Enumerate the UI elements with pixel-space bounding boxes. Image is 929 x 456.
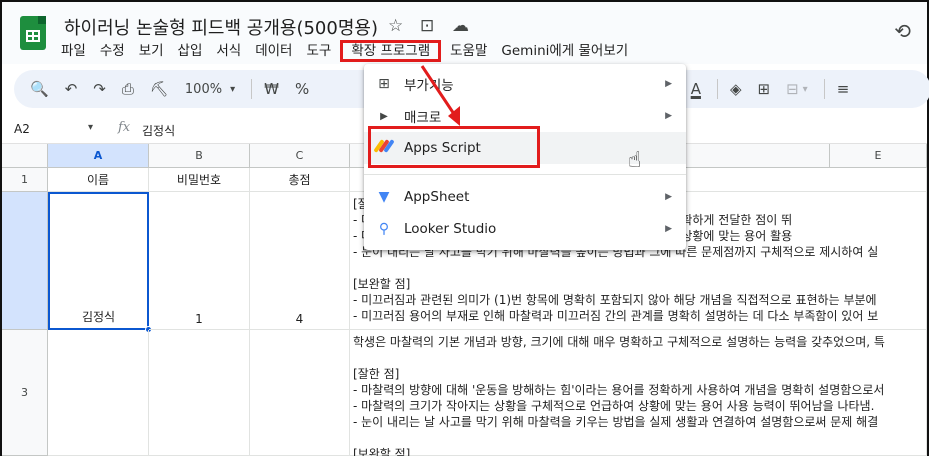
search-menus-icon[interactable]: 🔍 (30, 80, 49, 98)
cloud-status-icon[interactable]: ☁ (452, 16, 469, 36)
menu-divider (364, 174, 686, 175)
merge-cells-icon[interactable]: ⊟ (786, 80, 799, 98)
menu-tools[interactable]: 도구 (299, 40, 338, 62)
row-header-1[interactable]: 1 (2, 168, 48, 192)
feedback-line (353, 350, 885, 366)
menu-edit[interactable]: 수정 (93, 40, 132, 62)
feedback-line: 학생은 마찰력의 기본 개념과 방향, 크기에 대해 매우 명확하고 구체적으로… (353, 335, 885, 349)
undo-icon[interactable]: ↶ (65, 80, 78, 98)
menu-extensions[interactable]: 확장 프로그램 (340, 40, 442, 62)
submenu-arrow-icon: ▶ (665, 111, 672, 121)
column-header-c[interactable]: C (250, 144, 350, 168)
feedback-line: [보완할 점] (353, 447, 411, 456)
submenu-arrow-icon: ▶ (665, 224, 672, 234)
formula-input[interactable]: 김정식 (142, 122, 175, 139)
cell-b2-password[interactable]: 1 (149, 192, 250, 330)
menu-item-label: Looker Studio (404, 221, 497, 237)
name-box-caret-icon[interactable]: ▾ (88, 122, 93, 133)
title-bar: 하이러닝 논술형 피드백 공개용(500명용) ☆ ⊡ ☁ ⟲ 파일 수정 보기… (2, 2, 927, 64)
menu-item-label: AppSheet (404, 189, 470, 205)
zoom-caret-icon[interactable]: ▾ (230, 84, 235, 95)
submenu-arrow-icon: ▶ (665, 79, 672, 89)
header-cell-password[interactable]: 비밀번호 (149, 168, 250, 192)
toolbar-divider (251, 79, 253, 99)
feedback-line: - 눈이 내리는 날 사고를 막기 위해 마찰력을 키우는 방법을 실제 생활과… (353, 415, 879, 429)
currency-format-icon[interactable]: ₩ (264, 80, 279, 98)
looker-studio-icon: ⚲ (378, 221, 390, 237)
feedback-line (353, 260, 878, 276)
hand-cursor-icon: ☝ (628, 148, 642, 173)
row-header-2[interactable] (2, 192, 48, 330)
header-cell-score[interactable]: 총점 (250, 168, 350, 192)
submenu-arrow-icon: ▶ (665, 192, 672, 202)
menu-ask-gemini[interactable]: Gemini에게 물어보기 (494, 40, 635, 62)
star-icon[interactable]: ☆ (388, 16, 403, 36)
feedback-line: [보완할 점] (353, 277, 411, 291)
redo-icon[interactable]: ↷ (93, 80, 106, 98)
feedback-line: [잘한 점] (353, 367, 400, 381)
toolbar-divider (716, 79, 718, 99)
name-box[interactable]: A2 (14, 122, 30, 136)
paint-format-icon[interactable]: ⛏ (150, 80, 169, 98)
column-header-e[interactable]: E (830, 144, 927, 168)
appsheet-icon: ▼ (378, 189, 390, 205)
cell-b3[interactable] (149, 330, 250, 456)
addons-icon: ⊞ (378, 76, 390, 92)
menu-item-addons[interactable]: ⊞ 부가기능 ▶ (364, 68, 686, 100)
feedback-line: - 마찰력의 방향에 대해 '운동을 방해하는 힘'이라는 용어를 정확하게 사… (353, 383, 885, 397)
feedback-line: - 마찰력의 크기가 작아지는 상황을 구체적으로 언급하여 상황에 맞는 용어… (353, 399, 875, 413)
feedback-line: - 미끄러짐과 관련된 의미가 (1)번 항목에 명확히 포함되지 않아 해당 … (353, 293, 877, 307)
cell-a3[interactable] (48, 330, 149, 456)
cell-c3[interactable] (250, 330, 350, 456)
document-title[interactable]: 하이러닝 논술형 피드백 공개용(500명용) (64, 14, 378, 40)
feedback-line: - 미끄러짐 용어의 부재로 인해 마찰력과 미끄러짐 간의 관계를 명확히 설… (353, 309, 879, 323)
fill-color-icon[interactable]: ◈ (730, 80, 742, 98)
column-header-b[interactable]: B (149, 144, 250, 168)
menu-help[interactable]: 도움말 (443, 40, 494, 62)
zoom-select[interactable]: 100% (185, 82, 222, 97)
feedback-text-row3: 학생은 마찰력의 기본 개념과 방향, 크기에 대해 매우 명확하고 구체적으로… (353, 334, 885, 456)
menu-insert[interactable]: 삽입 (171, 40, 210, 62)
print-icon[interactable]: ⎙ (122, 80, 134, 98)
annotation-highlight-box (368, 126, 540, 168)
percent-format-icon[interactable]: % (295, 80, 309, 98)
menu-item-label: 부가기능 (404, 78, 454, 94)
column-header-a[interactable]: A (48, 144, 149, 168)
menu-item-looker-studio[interactable]: ⚲ Looker Studio ▶ (364, 213, 686, 245)
menu-format[interactable]: 서식 (209, 40, 248, 62)
menu-view[interactable]: 보기 (132, 40, 171, 62)
history-icon[interactable]: ⟲ (894, 19, 911, 43)
menu-file[interactable]: 파일 (54, 40, 93, 62)
merge-caret-icon[interactable]: ▾ (803, 84, 808, 95)
row-header-3[interactable]: 3 (2, 330, 48, 456)
menu-item-label: 매크로 (404, 110, 442, 126)
horizontal-align-icon[interactable]: ≡ (837, 80, 850, 98)
toolbar-divider (823, 79, 825, 99)
cell-a2-name[interactable]: 김정식 (48, 192, 149, 330)
menu-data[interactable]: 데이터 (248, 40, 299, 62)
macros-icon: ▶ (380, 110, 388, 122)
text-color-icon[interactable]: A (691, 80, 701, 98)
sheets-logo-icon[interactable] (20, 16, 46, 50)
fx-icon: fx (118, 120, 131, 135)
cell-c2-score[interactable]: 4 (250, 192, 350, 330)
header-cell-name[interactable]: 이름 (48, 168, 149, 192)
borders-icon[interactable]: ⊞ (758, 80, 771, 98)
select-all-corner[interactable] (2, 144, 48, 168)
menu-bar: 파일 수정 보기 삽입 서식 데이터 도구 확장 프로그램 도움말 Gemini… (54, 40, 635, 62)
feedback-line (353, 430, 885, 446)
move-folder-icon[interactable]: ⊡ (420, 16, 434, 36)
menu-item-appsheet[interactable]: ▼ AppSheet ▶ (364, 181, 686, 213)
